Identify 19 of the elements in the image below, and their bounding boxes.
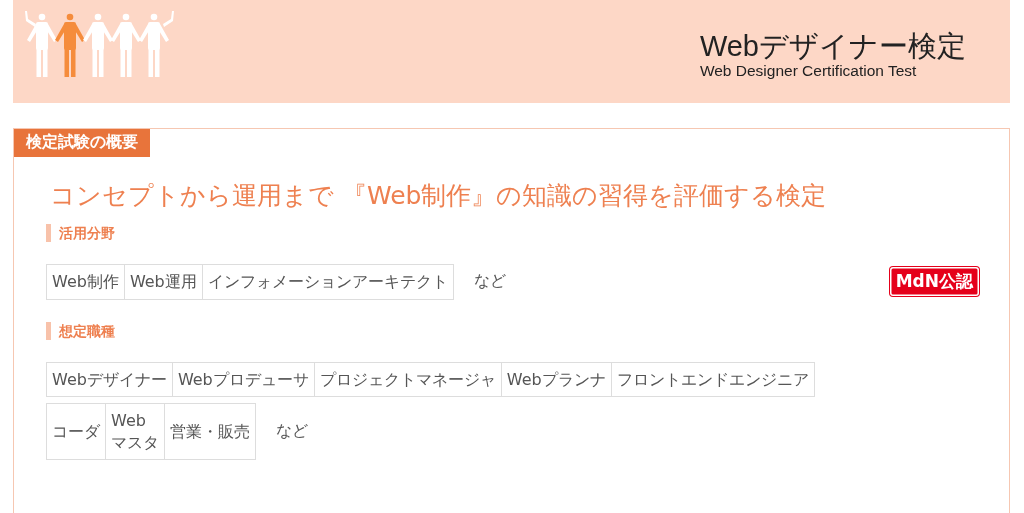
keyword-tag: コーダ (47, 404, 105, 460)
section-heading: 想定職種 (46, 321, 977, 340)
keyword-tag: Webプランナ (500, 362, 611, 397)
keyword-tag: インフォメーションアーキテクト (201, 265, 453, 299)
headline: コンセプトから運用まで 『Web制作』の知識の習得を評価する検定 (50, 180, 828, 212)
keyword-tag: プロジェクトマネージャ (313, 362, 501, 397)
etc-text: など (473, 271, 506, 293)
site-subtitle: Web Designer Certification Test (699, 62, 917, 81)
section-heading: 活用分野 (46, 224, 977, 242)
keyword-tag: Webデザイナー (47, 362, 172, 397)
keyword-tag: フロントエンドエンジニア (610, 362, 814, 397)
keyword-tag: Web運用 (123, 265, 202, 299)
keyword-tag: 営業・販売 (164, 404, 255, 460)
certified-badge: MdN公認 (889, 267, 979, 297)
etc-text: など (276, 421, 308, 443)
site-title: Webデザイナー検定 (699, 30, 966, 63)
keyword-tag: Web制作 (47, 265, 124, 299)
keyword-tag: Web マスタ (105, 404, 164, 460)
keyword-tag: Webプロデューサ (171, 362, 314, 397)
